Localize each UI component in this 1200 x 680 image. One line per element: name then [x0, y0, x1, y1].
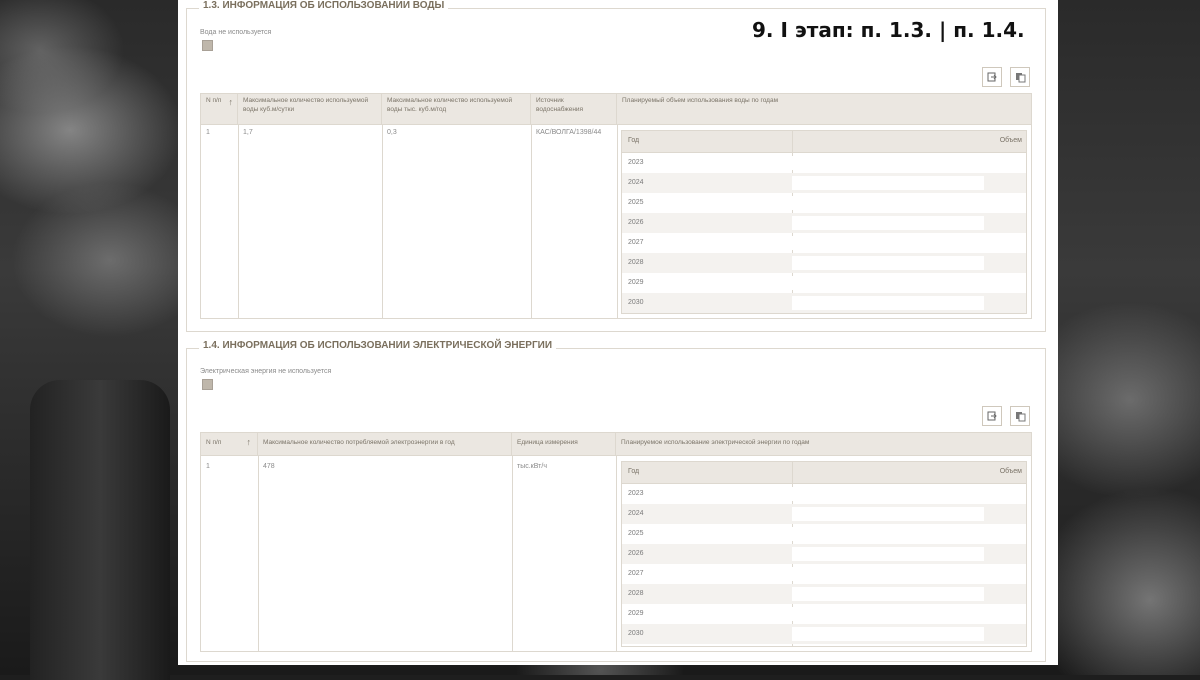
electricity-col-num[interactable]: N п/п ↑	[201, 433, 258, 455]
electricity-year-label: 2025	[628, 530, 644, 537]
electricity-year-label: 2027	[628, 570, 644, 577]
electricity-year-row: 2025	[622, 524, 1026, 544]
water-year-label: 2030	[628, 299, 644, 306]
water-section: 1.3. ИНФОРМАЦИЯ ОБ ИСПОЛЬЗОВАНИИ ВОДЫ Во…	[186, 0, 1046, 332]
water-not-used-checkbox[interactable]	[202, 40, 213, 51]
water-year-label: 2023	[628, 159, 644, 166]
water-row-max-year: 0,3	[387, 129, 397, 136]
electricity-volume-input[interactable]	[792, 627, 984, 641]
water-export-button[interactable]	[982, 67, 1002, 87]
water-year-row: 2028	[622, 253, 1026, 273]
water-volume-col: Объем	[999, 137, 1022, 144]
electricity-col-max[interactable]: Максимальное количество потребляемой эле…	[258, 433, 512, 455]
export-icon	[987, 72, 997, 82]
electricity-years-header: Год Объем	[622, 462, 1026, 484]
electricity-table-header: N п/п ↑ Максимальное количество потребля…	[201, 433, 1031, 456]
electricity-copy-button[interactable]	[1010, 406, 1030, 426]
electricity-volume-input[interactable]	[792, 567, 984, 581]
electricity-year-row: 2023	[622, 484, 1026, 504]
electricity-year-label: 2028	[628, 590, 644, 597]
electricity-year-row: 2024	[622, 504, 1026, 524]
copy-icon	[1015, 72, 1025, 82]
water-volume-input[interactable]	[792, 216, 984, 230]
electricity-section-title: 1.4. ИНФОРМАЦИЯ ОБ ИСПОЛЬЗОВАНИИ ЭЛЕКТРИ…	[199, 340, 557, 351]
water-copy-button[interactable]	[1010, 67, 1030, 87]
electricity-col-planned: Планируемое использование электрической …	[621, 439, 810, 446]
water-year-row: 2025	[622, 193, 1026, 213]
water-year-label: 2029	[628, 279, 644, 286]
electricity-col-num-label: N п/п	[206, 439, 222, 446]
electricity-volume-input[interactable]	[792, 527, 984, 541]
electricity-volume-input[interactable]	[792, 507, 984, 521]
water-year-label: 2027	[628, 239, 644, 246]
electricity-year-col: Год	[628, 468, 640, 475]
electricity-row-num: 1	[206, 463, 210, 470]
water-row-num: 1	[206, 129, 210, 136]
electricity-year-row: 2029	[622, 604, 1026, 624]
electricity-row-max: 478	[263, 463, 275, 470]
water-year-col: Год	[628, 137, 640, 144]
slide-title: 9. I этап: п. 1.3. | п. 1.4.	[752, 18, 1025, 42]
water-year-row: 2024	[622, 173, 1026, 193]
electricity-not-used-checkbox[interactable]	[202, 379, 213, 390]
electricity-volume-input[interactable]	[792, 547, 984, 561]
water-year-row: 2027	[622, 233, 1026, 253]
electricity-volume-input[interactable]	[792, 587, 984, 601]
water-table: N п/п ↑ Максимальное количество использу…	[200, 93, 1032, 319]
electricity-year-label: 2030	[628, 630, 644, 637]
electricity-volume-input[interactable]	[792, 487, 984, 501]
electricity-row-unit: тыс.кВт/ч	[517, 463, 547, 470]
electricity-year-row: 2028	[622, 584, 1026, 604]
water-col-num[interactable]: N п/п ↑	[201, 94, 238, 124]
background-tower	[30, 380, 170, 680]
electricity-year-row: 2027	[622, 564, 1026, 584]
water-checkbox-label: Вода не используется	[200, 29, 272, 36]
water-year-row: 2029	[622, 273, 1026, 293]
sort-arrow-icon[interactable]: ↑	[229, 96, 234, 108]
water-volume-input[interactable]	[792, 296, 984, 310]
water-table-header: N п/п ↑ Максимальное количество использу…	[201, 94, 1031, 125]
sort-arrow-icon[interactable]: ↑	[247, 436, 252, 448]
water-year-label: 2026	[628, 219, 644, 226]
water-section-title: 1.3. ИНФОРМАЦИЯ ОБ ИСПОЛЬЗОВАНИИ ВОДЫ	[199, 0, 449, 11]
water-volume-input[interactable]	[792, 236, 984, 250]
electricity-volume-input[interactable]	[792, 607, 984, 621]
electricity-years-table: Год Объем 2023 2024 2025 2026 2027 2028 2029 20…	[621, 461, 1027, 647]
electricity-checkbox-label: Электрическая энергия не используется	[200, 368, 332, 375]
water-col-num-label: N п/п	[206, 97, 222, 104]
water-years-header: Год Объем	[622, 131, 1026, 153]
electricity-volume-col: Объем	[999, 468, 1022, 475]
copy-icon	[1015, 411, 1025, 421]
water-volume-input[interactable]	[792, 276, 984, 290]
water-volume-input[interactable]	[792, 176, 984, 190]
water-volume-input[interactable]	[792, 196, 984, 210]
electricity-year-label: 2029	[628, 610, 644, 617]
electricity-table: N п/п ↑ Максимальное количество потребля…	[200, 432, 1032, 652]
water-col-max-year[interactable]: Максимальное количество используемой вод…	[382, 94, 531, 124]
water-row-source: КАС/ВОЛГА/1398/44	[536, 129, 602, 136]
water-years-table: Год Объем 2023 2024 2025 2026 2027 2028 2029 20…	[621, 130, 1027, 314]
electricity-year-row: 2026	[622, 544, 1026, 564]
water-year-row: 2023	[622, 153, 1026, 173]
water-row-max-day: 1,7	[243, 129, 253, 136]
water-col-planned: Планируемый объем использования воды по …	[622, 97, 779, 104]
water-volume-input[interactable]	[792, 156, 984, 170]
electricity-year-label: 2024	[628, 510, 644, 517]
export-icon	[987, 411, 997, 421]
water-col-max-day[interactable]: Максимальное количество используемой вод…	[238, 94, 382, 124]
water-year-label: 2024	[628, 179, 644, 186]
electricity-year-row: 2030	[622, 624, 1026, 644]
water-year-label: 2025	[628, 199, 644, 206]
water-year-row: 2030	[622, 293, 1026, 313]
electricity-col-unit[interactable]: Единица измерения	[512, 433, 616, 455]
water-year-label: 2028	[628, 259, 644, 266]
electricity-section: 1.4. ИНФОРМАЦИЯ ОБ ИСПОЛЬЗОВАНИИ ЭЛЕКТРИ…	[186, 340, 1046, 662]
water-col-source[interactable]: Источник водоснабжения	[531, 94, 617, 124]
electricity-export-button[interactable]	[982, 406, 1002, 426]
electricity-year-label: 2026	[628, 550, 644, 557]
water-year-row: 2026	[622, 213, 1026, 233]
electricity-year-label: 2023	[628, 490, 644, 497]
water-volume-input[interactable]	[792, 256, 984, 270]
form-page: 1.3. ИНФОРМАЦИЯ ОБ ИСПОЛЬЗОВАНИИ ВОДЫ Во…	[178, 0, 1058, 665]
